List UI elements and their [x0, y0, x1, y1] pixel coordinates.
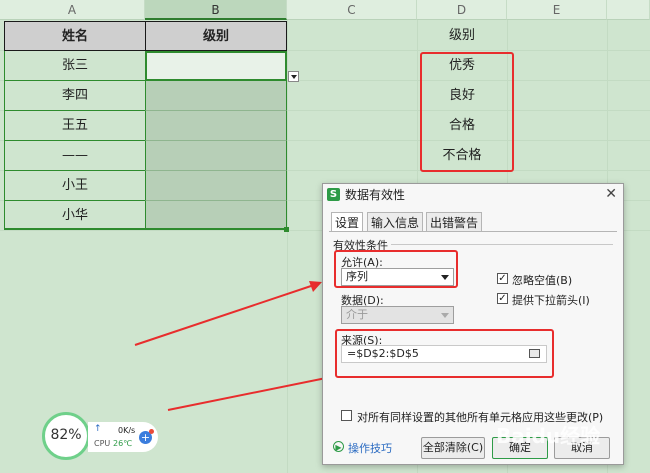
tips-link[interactable]: 操作技巧: [348, 440, 392, 456]
net-speed: 0K/s: [118, 426, 136, 435]
cpu-temp: 26℃: [113, 439, 133, 448]
tab-error-alert[interactable]: 出错警告: [426, 212, 482, 232]
cpu-label: CPU: [94, 439, 111, 448]
clear-all-button[interactable]: 全部清除(C): [421, 437, 485, 459]
tab-settings[interactable]: 设置: [331, 212, 363, 232]
dropdown-arrow-label: 提供下拉箭头(I): [512, 294, 590, 307]
arrow-line: [167, 375, 337, 411]
arrow-line: [134, 282, 321, 346]
data-select[interactable]: 介于: [341, 306, 454, 324]
ignore-blank-label: 忽略空值(B): [512, 274, 573, 287]
tab-input-message[interactable]: 输入信息: [367, 212, 423, 232]
dropdown-arrow-checkbox[interactable]: ✓: [497, 293, 508, 304]
usage-percent: 82%: [50, 427, 82, 443]
ignore-blank-checkbox[interactable]: ✓: [497, 273, 508, 284]
upload-icon: ↑: [94, 424, 102, 434]
highlight-box-allow: [334, 250, 458, 288]
notification-dot: [149, 429, 154, 434]
dialog-title: 数据有效性: [345, 188, 406, 202]
close-icon[interactable]: ✕: [605, 186, 617, 202]
apply-all-checkbox[interactable]: [341, 410, 352, 421]
highlight-box-source: [335, 329, 554, 378]
divider: [391, 244, 613, 245]
data-value: 介于: [346, 308, 368, 321]
watermark: Baidu经验: [496, 424, 601, 448]
play-icon: ▶: [333, 441, 344, 452]
system-monitor-widget[interactable]: 82% ↑ 0K/s CPU 26℃ +: [42, 412, 160, 462]
chevron-down-icon: [441, 313, 449, 318]
